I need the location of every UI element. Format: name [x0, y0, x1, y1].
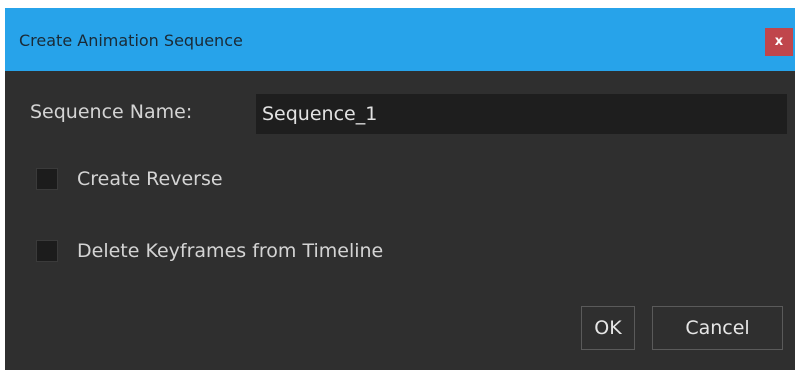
delete-keyframes-checkbox[interactable] — [36, 240, 58, 262]
title-bar[interactable]: Create Animation Sequence x — [5, 8, 795, 71]
cancel-button[interactable]: Cancel — [652, 306, 783, 350]
delete-keyframes-label: Delete Keyframes from Timeline — [77, 240, 384, 262]
delete-keyframes-option[interactable]: Delete Keyframes from Timeline — [36, 240, 383, 262]
create-reverse-label: Create Reverse — [77, 168, 223, 190]
dialog-title: Create Animation Sequence — [19, 31, 243, 50]
create-reverse-option[interactable]: Create Reverse — [36, 168, 223, 190]
sequence-name-label: Sequence Name: — [30, 101, 193, 123]
close-button[interactable]: x — [765, 28, 793, 56]
create-reverse-checkbox[interactable] — [36, 168, 58, 190]
sequence-name-input[interactable] — [256, 94, 787, 134]
ok-button[interactable]: OK — [581, 306, 635, 350]
create-animation-sequence-dialog: Create Animation Sequence x Sequence Nam… — [5, 8, 795, 370]
